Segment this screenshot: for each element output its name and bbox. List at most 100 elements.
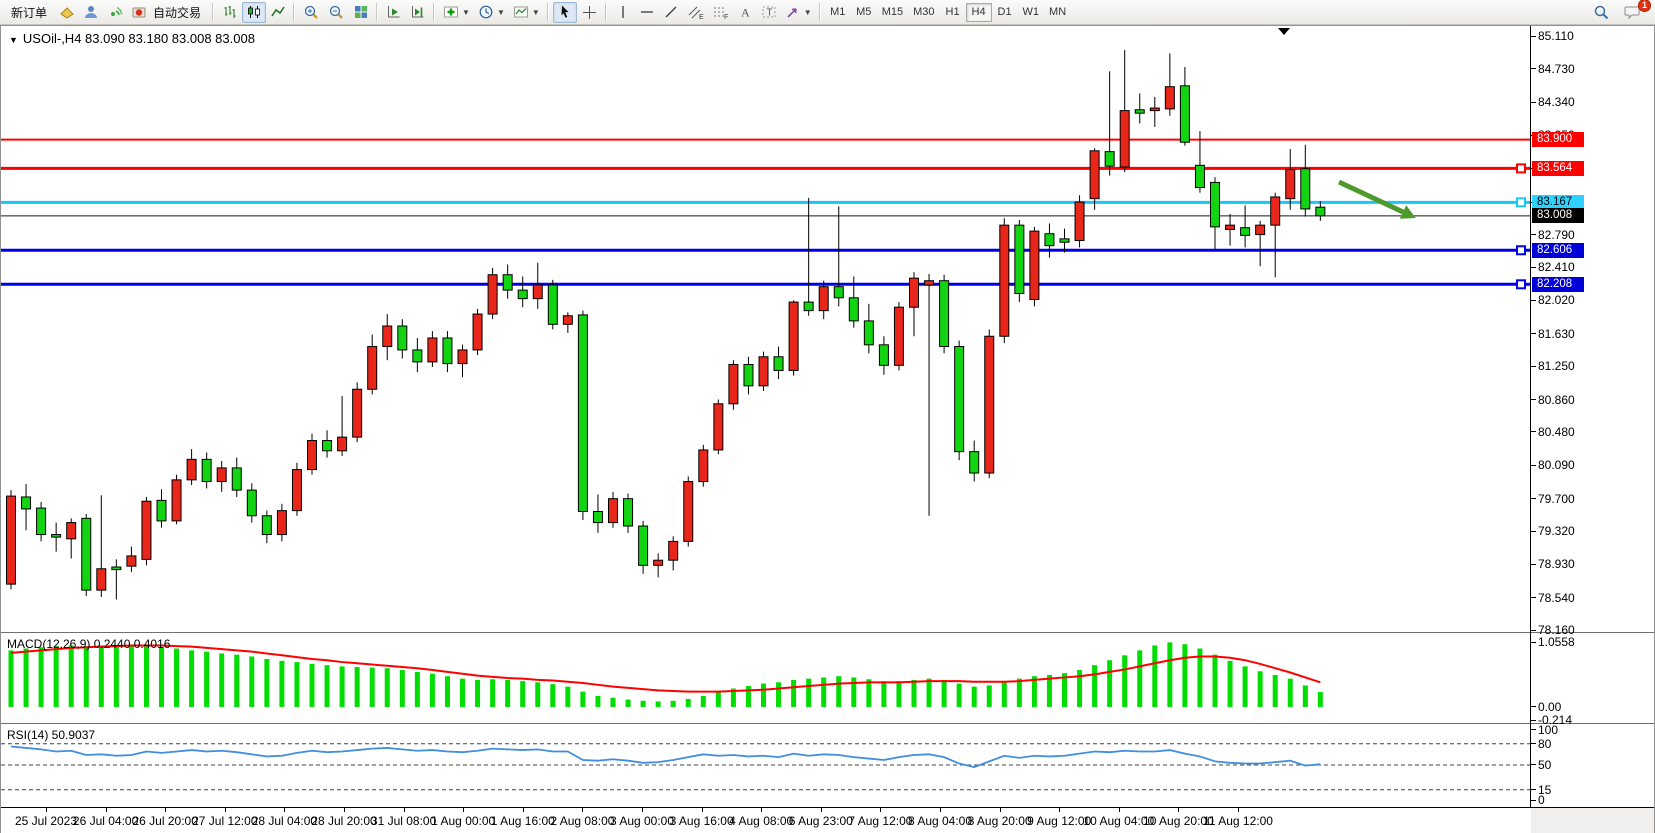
chart-title-text: USOil-,H4 83.090 83.180 83.008 83.008 xyxy=(23,31,255,46)
price-chart-panel[interactable]: ▼ USOil-,H4 83.090 83.180 83.008 83.008 xyxy=(1,26,1530,632)
price-tick-label: 79.700 xyxy=(1538,492,1575,506)
time-scale[interactable]: 25 Jul 202326 Jul 04:0026 Jul 20:0027 Ju… xyxy=(1,807,1654,833)
price-tick-label: 81.250 xyxy=(1538,359,1575,373)
time-tick xyxy=(106,808,107,812)
time-tick xyxy=(642,808,643,812)
svg-text:T: T xyxy=(766,8,772,19)
price-tick xyxy=(1530,564,1536,565)
axis-corner xyxy=(1531,808,1654,833)
rsi-tick xyxy=(1530,743,1536,744)
price-tick-label: 79.320 xyxy=(1538,524,1575,538)
chevron-down-icon: ▼ xyxy=(462,8,470,17)
timeframe-M5[interactable]: M5 xyxy=(851,3,877,22)
time-axis-label: 31 Jul 08:00 xyxy=(371,814,436,828)
timeframe-D1[interactable]: D1 xyxy=(992,3,1018,22)
timeframe-MN[interactable]: MN xyxy=(1044,3,1071,22)
autoscroll-icon[interactable] xyxy=(382,2,406,23)
timeframe-H4[interactable]: H4 xyxy=(966,3,992,22)
autotrade-button[interactable]: 自动交易 xyxy=(127,2,209,23)
time-tick xyxy=(940,808,941,812)
svg-text:F: F xyxy=(724,14,728,20)
chart-shift-icon[interactable] xyxy=(406,2,430,23)
time-tick xyxy=(821,808,822,812)
time-axis-label: 1 Aug 16:00 xyxy=(491,814,555,828)
main-toolbar: 新订单 自动交易 ▼ ▼ xyxy=(0,0,1655,25)
notifications-button[interactable]: 1 xyxy=(1620,2,1646,23)
add-indicator-button[interactable]: ▼ xyxy=(439,2,474,23)
price-tick-label: 82.410 xyxy=(1538,260,1575,274)
price-tick-label: 78.540 xyxy=(1538,591,1575,605)
timeframe-M1[interactable]: M1 xyxy=(825,3,851,22)
rsi-panel[interactable]: RSI(14) 50.9037 xyxy=(1,726,1530,806)
channel-tool[interactable]: E xyxy=(683,2,708,23)
cursor-tool[interactable] xyxy=(553,2,577,23)
rsi-tick xyxy=(1530,789,1536,790)
market-watch-icon[interactable] xyxy=(79,2,103,23)
price-tick xyxy=(1530,102,1536,103)
price-tick xyxy=(1530,36,1536,37)
timeframe-M15[interactable]: M15 xyxy=(877,3,908,22)
time-axis-label: 26 Jul 20:00 xyxy=(132,814,197,828)
bars-chart-icon[interactable] xyxy=(218,2,242,23)
toolbar-right-group: 1 xyxy=(1589,2,1652,23)
vertical-line-tool[interactable] xyxy=(611,2,635,23)
price-tick-label: 82.020 xyxy=(1538,293,1575,307)
text-tool[interactable]: A xyxy=(733,2,757,23)
rsi-tick xyxy=(1530,800,1536,801)
period-button[interactable]: ▼ xyxy=(474,2,509,23)
macd-chart[interactable] xyxy=(1,635,1530,723)
horizontal-line-tool[interactable] xyxy=(635,2,659,23)
macd-scale-label: 0.00 xyxy=(1538,700,1561,714)
zoom-out-icon[interactable] xyxy=(324,2,349,23)
time-axis-label: 11 Aug 12:00 xyxy=(1203,814,1273,828)
crosshair-tool[interactable] xyxy=(577,2,602,23)
gold-bars-icon[interactable] xyxy=(55,2,79,23)
zoom-in-icon[interactable] xyxy=(299,2,324,23)
candlestick-chart[interactable] xyxy=(1,26,1530,632)
price-tick xyxy=(1530,465,1536,466)
price-tick xyxy=(1530,68,1536,69)
macd-panel[interactable]: MACD(12,26,9) 0.2440 0.4016 xyxy=(1,635,1530,723)
toolbar-separator xyxy=(376,3,379,21)
time-tick xyxy=(582,808,583,812)
line-chart-icon[interactable] xyxy=(266,2,290,23)
time-tick xyxy=(1059,808,1060,812)
price-tick-label: 80.090 xyxy=(1538,458,1575,472)
rsi-tick xyxy=(1530,729,1536,730)
timeframe-W1[interactable]: W1 xyxy=(1018,3,1045,22)
trend-arrow-annotation xyxy=(1339,182,1403,212)
toolbar-separator xyxy=(819,3,822,21)
time-axis-label: 6 Aug 23:00 xyxy=(789,814,853,828)
timeframe-M30[interactable]: M30 xyxy=(908,3,939,22)
rsi-tick xyxy=(1530,764,1536,765)
search-icon[interactable] xyxy=(1589,2,1614,23)
time-tick xyxy=(1000,808,1001,812)
time-tick xyxy=(344,808,345,812)
new-order-label: 新订单 xyxy=(7,4,51,21)
fibonacci-tool[interactable]: F xyxy=(708,2,733,23)
tile-windows-icon[interactable] xyxy=(349,2,373,23)
timeframe-H1[interactable]: H1 xyxy=(940,3,966,22)
new-order-button[interactable]: 新订单 xyxy=(3,2,55,23)
rsi-chart[interactable] xyxy=(1,726,1530,806)
rsi-scale-label: 80 xyxy=(1538,737,1551,751)
trendline-tool[interactable] xyxy=(659,2,683,23)
time-tick xyxy=(1178,808,1179,812)
price-tick-label: 81.630 xyxy=(1538,327,1575,341)
text-label-tool[interactable]: T xyxy=(757,2,781,23)
ohlc-dropdown-icon[interactable]: ▼ xyxy=(9,35,18,45)
arrows-tool[interactable]: ▼ xyxy=(781,2,816,23)
time-axis-label: 25 Jul 2023 xyxy=(15,814,77,828)
macd-label: MACD(12,26,9) 0.2440 0.4016 xyxy=(7,637,170,651)
candles-chart-icon[interactable] xyxy=(242,2,266,23)
chevron-down-icon: ▼ xyxy=(532,8,540,17)
notification-badge: 1 xyxy=(1638,0,1651,12)
rsi-scale-label: 0 xyxy=(1538,793,1545,807)
toolbar-separator xyxy=(433,3,436,21)
price-tick xyxy=(1530,597,1536,598)
template-button[interactable]: ▼ xyxy=(509,2,544,23)
macd-scale-label: 1.0558 xyxy=(1538,635,1575,649)
time-axis-label: 27 Jul 12:00 xyxy=(192,814,257,828)
signal-icon[interactable] xyxy=(103,2,127,23)
time-axis-label: 3 Aug 16:00 xyxy=(670,814,734,828)
